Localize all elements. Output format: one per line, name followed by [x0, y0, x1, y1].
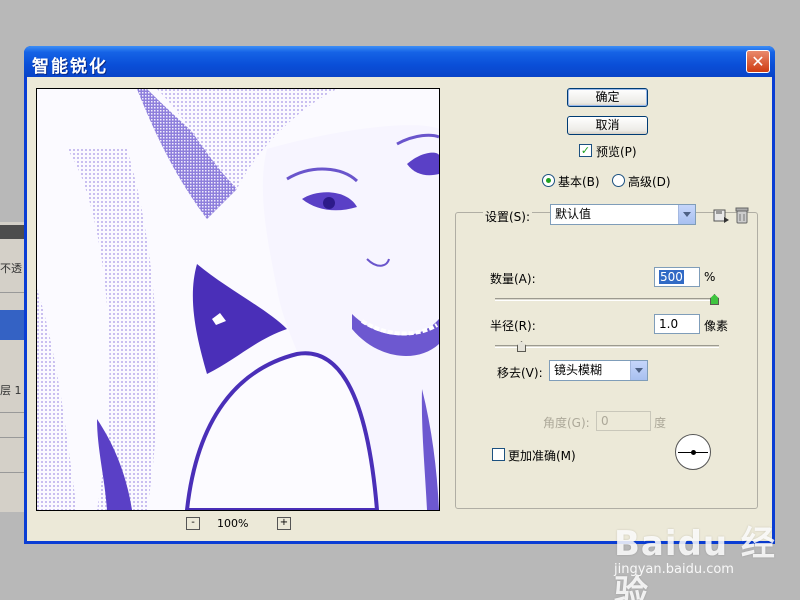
close-button[interactable]: ✕ [746, 50, 770, 73]
zoom-in-button[interactable]: + [277, 517, 291, 530]
angle-unit: 度 [654, 416, 667, 430]
amount-value: 500 [659, 270, 684, 284]
cancel-button[interactable]: 取消 [567, 116, 648, 135]
divider [0, 412, 26, 413]
zoom-bar: - 100% + [36, 515, 440, 533]
preview-checkbox[interactable]: ✓ [579, 144, 592, 157]
mode-basic-label: 基本(B) [558, 175, 600, 189]
amount-slider[interactable] [495, 294, 719, 305]
remove-select[interactable]: 镜头模糊 [549, 360, 648, 381]
remove-label: 移去(V): [497, 366, 543, 380]
radius-input[interactable]: 1.0 [654, 314, 700, 334]
opacity-label: 不透 [0, 262, 22, 275]
chevron-down-icon [678, 205, 695, 224]
dialog-title: 智能锐化 [32, 57, 108, 77]
background-layers-panel: 不透 层 1 副 [0, 222, 26, 512]
settings-label: 设置(S): [483, 208, 533, 225]
zoom-out-button[interactable]: - [186, 517, 200, 530]
settings-select[interactable]: 默认值 [550, 204, 696, 225]
delete-settings-icon[interactable] [735, 206, 749, 224]
amount-input[interactable]: 500 [654, 267, 700, 287]
watermark-logo: Baidu 经验 [614, 524, 776, 600]
chevron-down-icon [630, 361, 647, 380]
angle-value: 0 [601, 414, 609, 428]
preview-pane[interactable] [36, 88, 440, 511]
angle-input[interactable]: 0 [596, 411, 651, 431]
angle-dial[interactable] [675, 434, 711, 470]
divider [0, 292, 26, 293]
settings-value: 默认值 [555, 207, 592, 221]
close-icon: ✕ [751, 51, 765, 71]
amount-label: 数量(A): [490, 272, 536, 286]
zoom-level: 100% [217, 517, 249, 530]
angle-label: 角度(G): [543, 416, 590, 430]
watermark-url: jingyan.baidu.com [614, 562, 734, 577]
more-accurate-label: 更加准确(M) [508, 449, 576, 463]
title-bar[interactable]: 智能锐化 ✕ [24, 46, 775, 77]
radius-slider[interactable] [495, 341, 719, 352]
mode-advanced-label: 高级(D) [628, 175, 671, 189]
amount-unit: % [704, 270, 716, 284]
mode-advanced-radio[interactable] [612, 174, 625, 187]
remove-value: 镜头模糊 [554, 363, 603, 377]
dialog-body: - 100% + 确定 取消 ✓ 预览(P) 基本(B) 高级(D) 设置(S)… [27, 77, 772, 541]
selected-layer-row[interactable] [0, 310, 26, 340]
radius-unit: 像素 [704, 319, 729, 333]
preview-label: 预览(P) [596, 145, 637, 159]
radius-value: 1.0 [659, 317, 679, 331]
save-settings-icon[interactable] [713, 208, 731, 224]
smart-sharpen-dialog: 智能锐化 ✕ - 100% + 确定 取消 ✓ 预览(P) 基本(B) 高级(D… [24, 46, 775, 544]
panel-header-bar [0, 225, 26, 239]
baidu-watermark: Baidu 经验 jingyan.baidu.com [608, 512, 798, 600]
mode-basic-radio[interactable] [542, 174, 555, 187]
more-accurate-checkbox[interactable] [492, 448, 505, 461]
ok-button[interactable]: 确定 [567, 88, 648, 107]
layer-label: 层 1 副 [0, 384, 26, 397]
divider [0, 472, 26, 473]
divider [0, 437, 26, 438]
preview-image [37, 89, 439, 510]
radius-label: 半径(R): [490, 319, 536, 333]
